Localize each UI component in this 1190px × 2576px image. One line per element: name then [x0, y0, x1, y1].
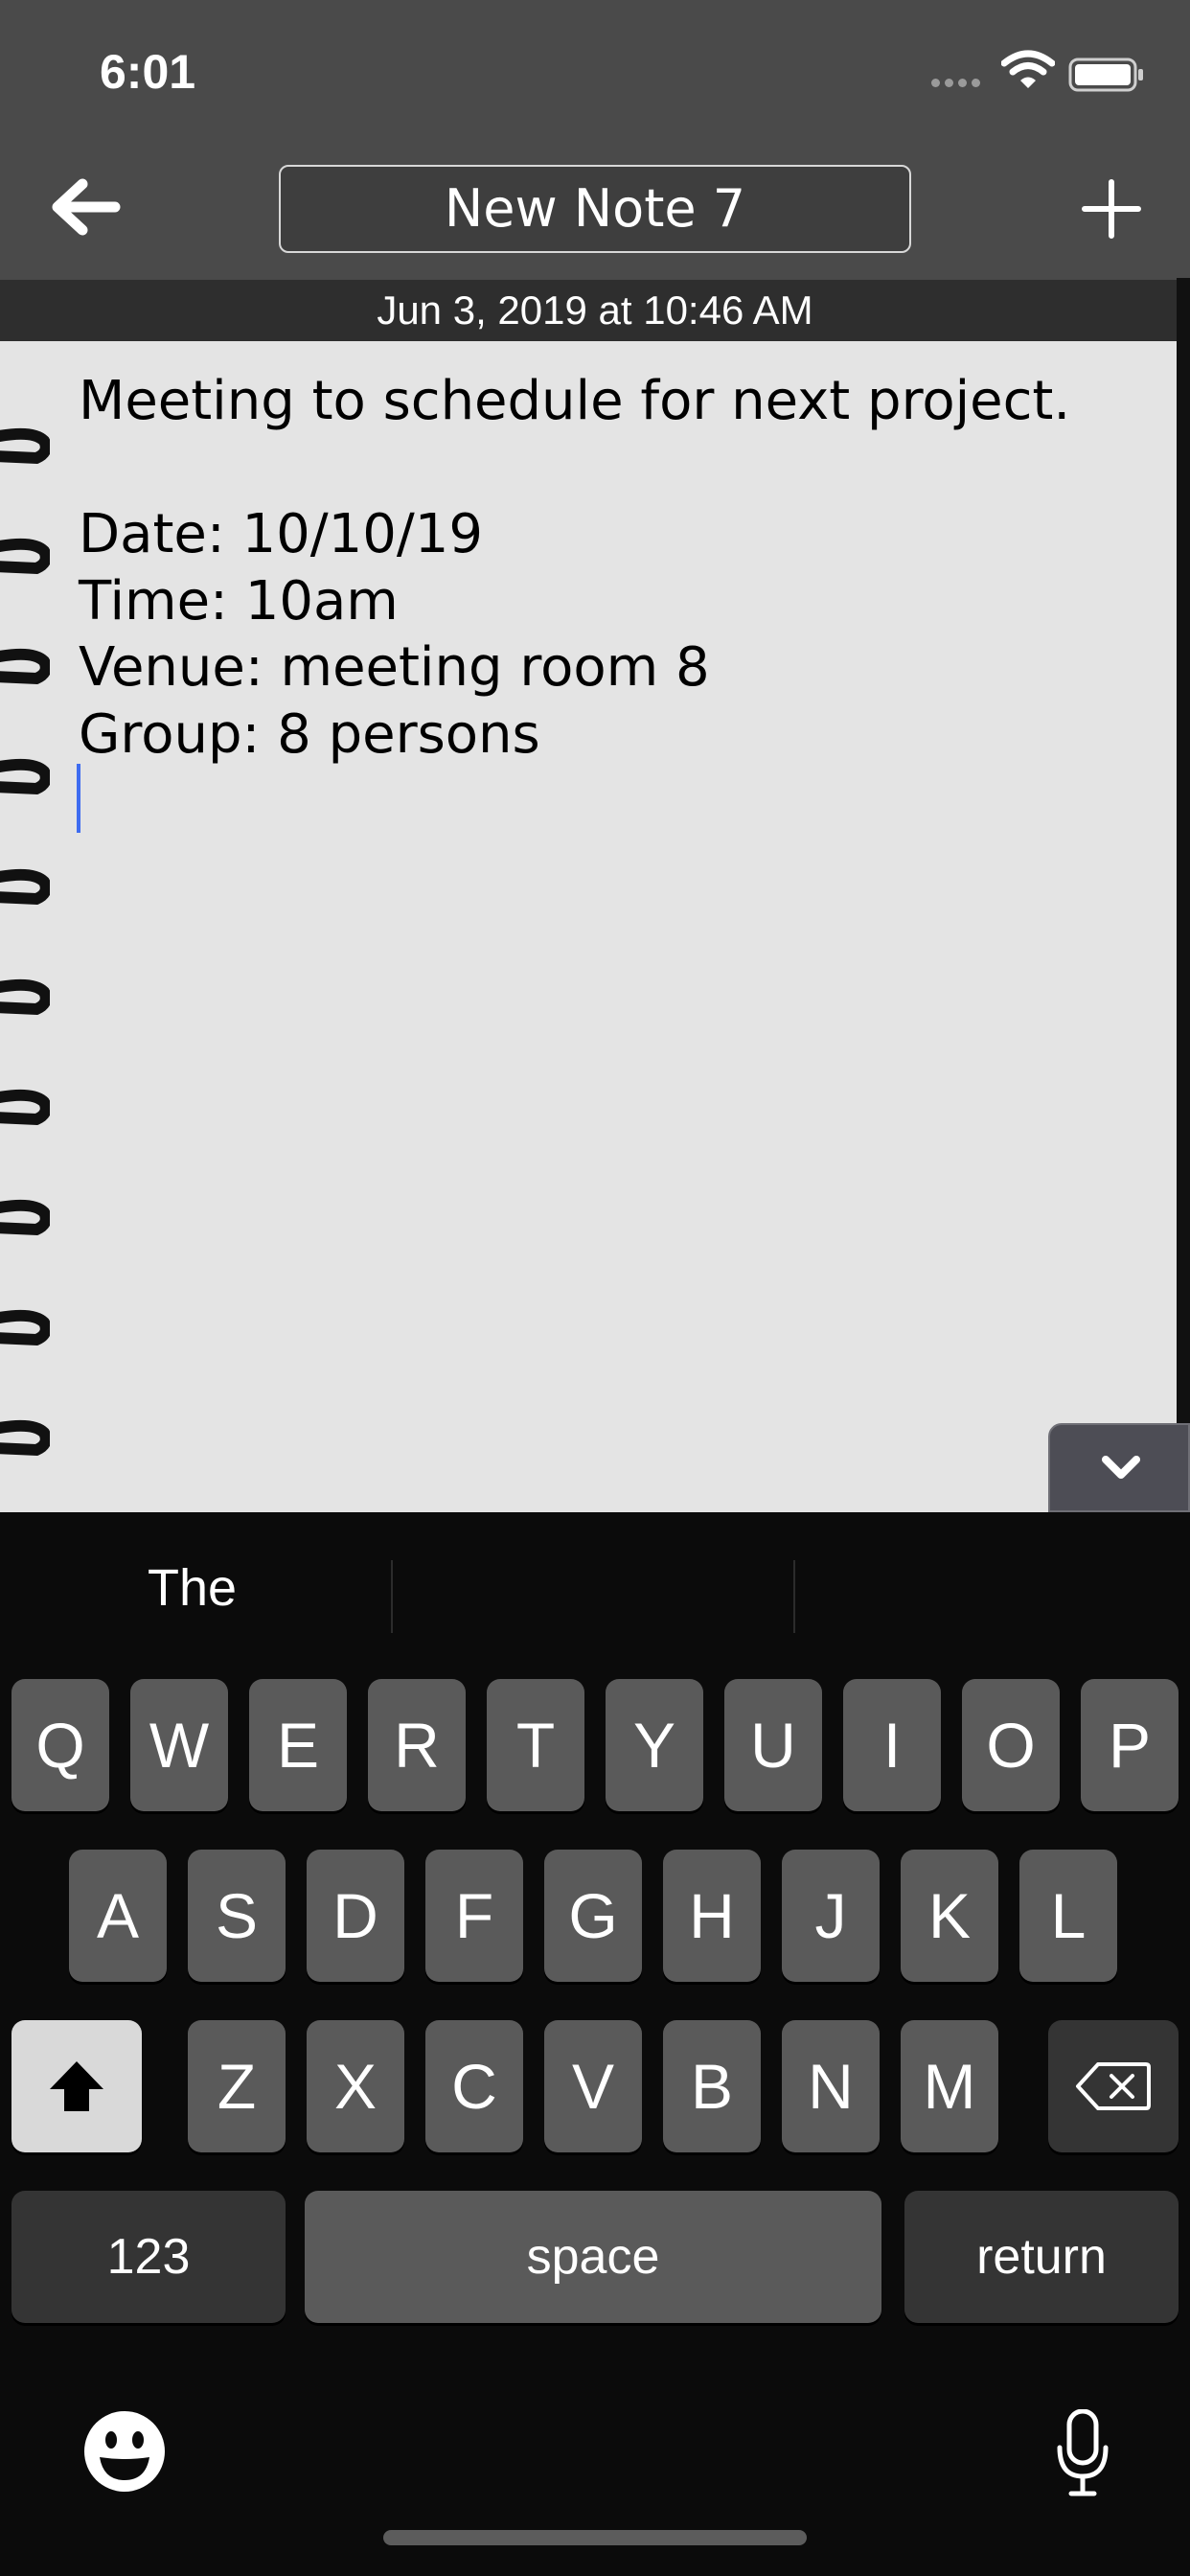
status-time: 6:01	[100, 45, 196, 99]
cellular-signal-icon	[931, 73, 985, 91]
suggestion-bar: The	[0, 1512, 1190, 1675]
spiral-ring-icon	[0, 1199, 50, 1236]
note-body-text[interactable]: Meeting to schedule for next project. Da…	[79, 368, 1152, 768]
shift-arrow-icon	[50, 2061, 103, 2111]
key-e[interactable]: E	[249, 1679, 347, 1811]
note-title-field[interactable]: New Note 7	[279, 165, 911, 253]
key-y[interactable]: Y	[606, 1679, 703, 1811]
key-z[interactable]: Z	[188, 2020, 286, 2152]
key-d[interactable]: D	[307, 1850, 404, 1982]
key-s[interactable]: S	[188, 1850, 286, 1982]
key-t[interactable]: T	[487, 1679, 584, 1811]
chevron-down-icon	[1102, 1456, 1140, 1479]
spiral-ring-icon	[0, 1419, 50, 1457]
key-h[interactable]: H	[663, 1850, 761, 1982]
key-j[interactable]: J	[782, 1850, 880, 1982]
key-m[interactable]: M	[901, 2020, 998, 2152]
key-q[interactable]: Q	[11, 1679, 109, 1811]
spiral-ring-icon	[0, 538, 50, 575]
key-l[interactable]: L	[1019, 1850, 1117, 1982]
spiral-ring-icon	[0, 868, 50, 906]
spiral-ring-icon	[0, 648, 50, 685]
suggestion-1[interactable]: The	[148, 1558, 237, 1618]
key-a[interactable]: A	[69, 1850, 167, 1982]
key-p[interactable]: P	[1081, 1679, 1179, 1811]
backspace-icon	[1076, 2062, 1151, 2110]
key-x[interactable]: X	[307, 2020, 404, 2152]
key-g[interactable]: G	[544, 1850, 642, 1982]
key-i[interactable]: I	[843, 1679, 941, 1811]
dismiss-keyboard-button[interactable]	[1048, 1423, 1190, 1512]
status-bar: 6:01	[0, 0, 1190, 153]
suggestion-divider	[793, 1560, 795, 1633]
spiral-ring-icon	[0, 1309, 50, 1346]
spiral-ring-icon	[0, 427, 50, 465]
return-key[interactable]: return	[904, 2191, 1179, 2323]
spiral-ring-icon	[0, 978, 50, 1016]
paper-edge	[1177, 278, 1190, 1514]
key-v[interactable]: V	[544, 2020, 642, 2152]
key-r[interactable]: R	[368, 1679, 466, 1811]
wifi-icon	[1001, 50, 1055, 88]
note-date: Jun 3, 2019 at 10:46 AM	[0, 280, 1190, 341]
text-caret	[77, 764, 80, 833]
key-u[interactable]: U	[724, 1679, 822, 1811]
numbers-key[interactable]: 123	[11, 2191, 286, 2323]
backspace-key[interactable]	[1048, 2020, 1179, 2152]
microphone-icon[interactable]	[1054, 2409, 1111, 2497]
key-c[interactable]: C	[425, 2020, 523, 2152]
battery-icon	[1068, 58, 1143, 92]
key-n[interactable]: N	[782, 2020, 880, 2152]
emoji-icon[interactable]	[82, 2409, 167, 2494]
key-w[interactable]: W	[130, 1679, 228, 1811]
back-arrow-icon[interactable]	[48, 176, 121, 238]
spiral-ring-icon	[0, 758, 50, 795]
suggestion-divider	[391, 1560, 393, 1633]
home-indicator	[383, 2530, 807, 2545]
key-k[interactable]: K	[901, 1850, 998, 1982]
key-o[interactable]: O	[962, 1679, 1060, 1811]
key-b[interactable]: B	[663, 2020, 761, 2152]
add-note-plus-icon[interactable]	[1081, 178, 1142, 240]
key-f[interactable]: F	[425, 1850, 523, 1982]
space-key[interactable]: space	[305, 2191, 881, 2323]
shift-key[interactable]	[11, 2020, 142, 2152]
spiral-ring-icon	[0, 1089, 50, 1126]
